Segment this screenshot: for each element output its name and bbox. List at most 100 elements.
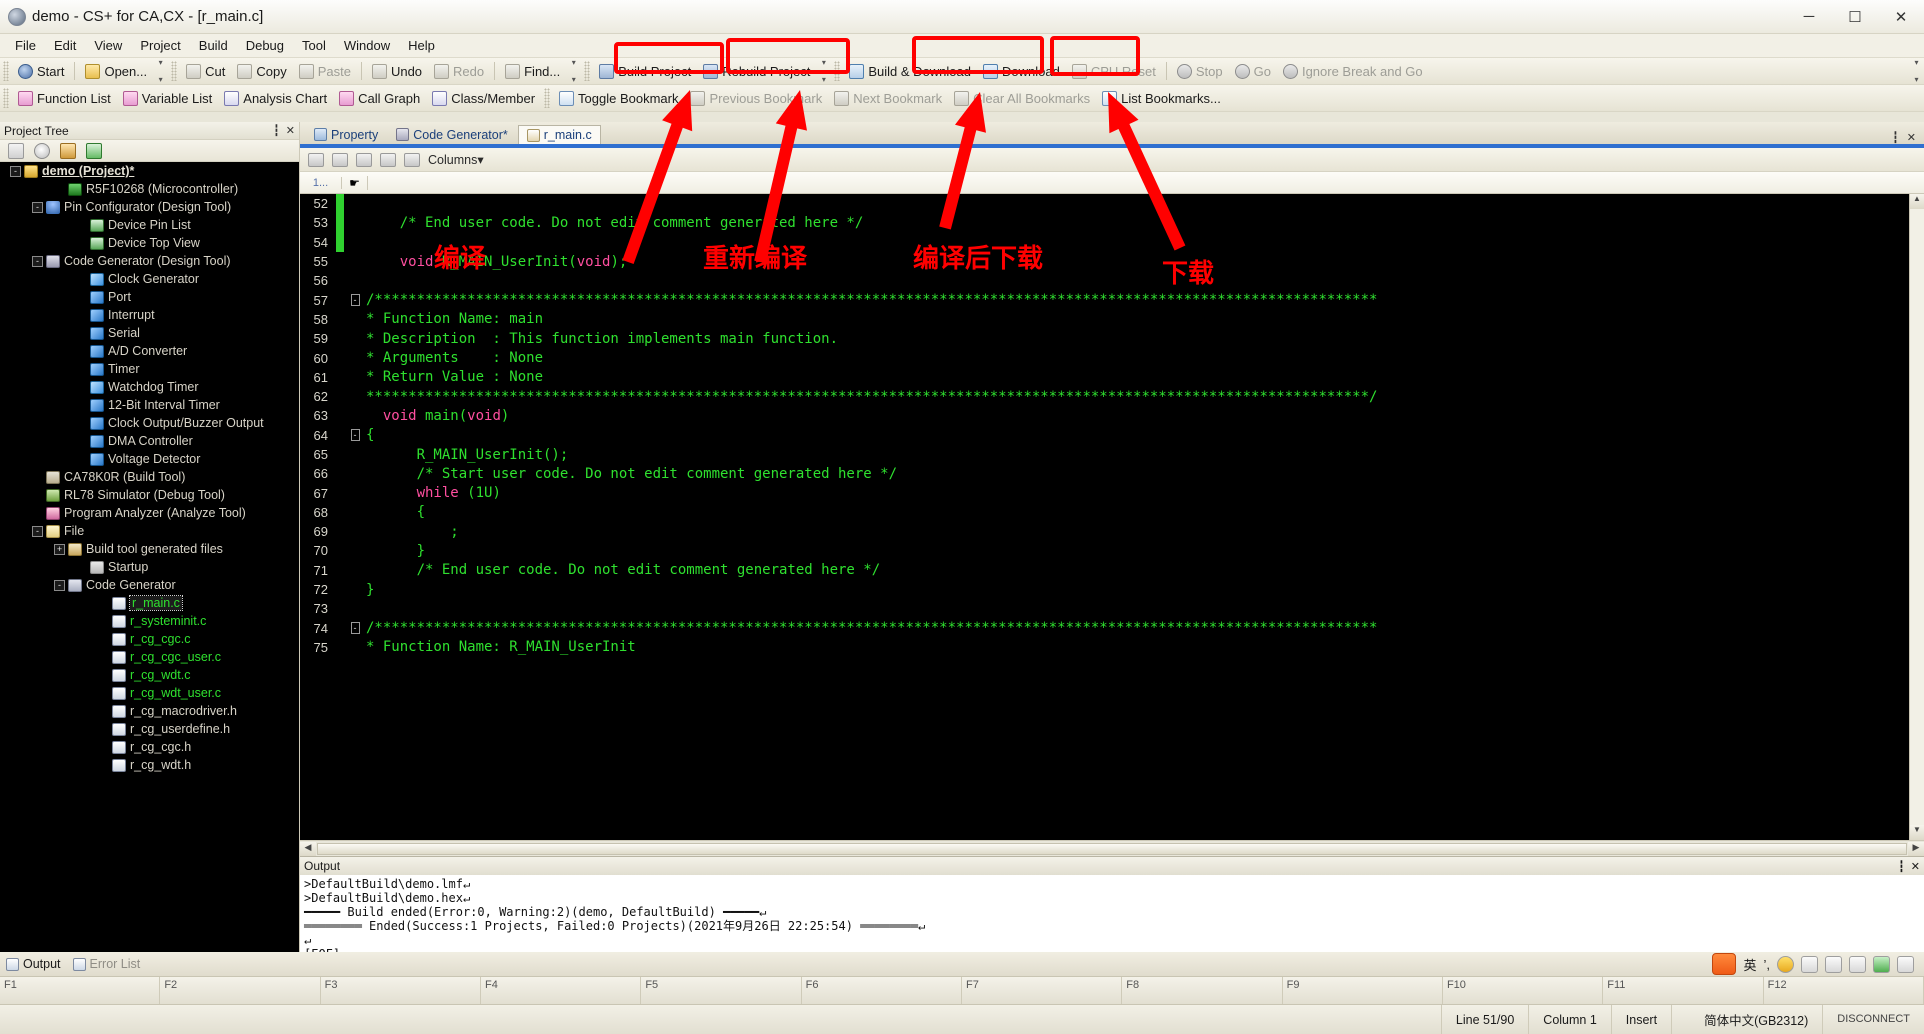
menu-icon[interactable] — [1897, 955, 1914, 973]
sogou-icon[interactable] — [1712, 953, 1737, 975]
tree-node[interactable]: Watchdog Timer — [0, 378, 299, 396]
toolbar2-grip-2[interactable] — [544, 88, 551, 108]
tree-node[interactable]: RL78 Simulator (Debug Tool) — [0, 486, 299, 504]
code-line[interactable]: 73 — [300, 599, 1909, 618]
code-line[interactable]: 58 * Function Name: main — [300, 310, 1909, 329]
list-bookmarks-button[interactable]: List Bookmarks... — [1096, 87, 1227, 109]
tree-node[interactable]: Voltage Detector — [0, 450, 299, 468]
emoji-icon[interactable] — [1777, 955, 1794, 973]
menu-view[interactable]: View — [85, 36, 131, 55]
dock-tab-output[interactable]: Output — [6, 957, 61, 971]
code-line[interactable]: 69 ; — [300, 522, 1909, 541]
output-text[interactable]: >DefaultBuild\demo.lmf↵ >DefaultBuild\de… — [300, 875, 1924, 954]
menu-project[interactable]: Project — [131, 36, 189, 55]
code-line[interactable]: 57-/************************************… — [300, 290, 1909, 309]
start-button[interactable]: Start — [12, 60, 70, 82]
fold-toggle[interactable]: - — [344, 294, 366, 307]
tab-code-generator[interactable]: Code Generator* — [388, 125, 516, 144]
fkey-f10[interactable]: F10 — [1443, 977, 1604, 1004]
tree-node[interactable]: r_cg_cgc.c — [0, 630, 299, 648]
toolbar-overflow-3[interactable]: ▾ ▾ — [818, 59, 829, 84]
fkey-f1[interactable]: F1 — [0, 977, 161, 1004]
download-button[interactable]: Download — [977, 60, 1066, 82]
code-horizontal-scrollbar[interactable]: ◀ ▶ — [300, 840, 1924, 856]
tree-node[interactable]: r_cg_wdt.h — [0, 756, 299, 774]
expander-toggle[interactable]: - — [32, 201, 43, 213]
expander-toggle[interactable]: - — [32, 525, 43, 537]
code-line[interactable]: 65 R_MAIN_UserInit(); — [300, 445, 1909, 464]
fkey-f2[interactable]: F2 — [160, 977, 321, 1004]
tree-node[interactable]: - Pin Configurator (Design Tool) — [0, 198, 299, 216]
menu-build[interactable]: Build — [190, 36, 237, 55]
menu-tool[interactable]: Tool — [293, 36, 335, 55]
split-view-icon[interactable] — [308, 152, 324, 167]
code-line[interactable]: 64-{ — [300, 426, 1909, 445]
fkey-f3[interactable]: F3 — [321, 977, 481, 1004]
code-line[interactable]: 54 — [300, 232, 1909, 252]
build-project-button[interactable]: Build Project — [593, 60, 697, 82]
scroll-down-icon[interactable]: ▼ — [1910, 825, 1924, 840]
fkey-f8[interactable]: F8 — [1122, 977, 1283, 1004]
fkey-f12[interactable]: F12 — [1764, 977, 1924, 1004]
tree-node[interactable]: Device Pin List — [0, 216, 299, 234]
tree-node[interactable]: 12-Bit Interval Timer — [0, 396, 299, 414]
code-lines[interactable]: 52 53 /* End user code. Do not edit comme… — [300, 194, 1909, 840]
tree-node[interactable]: Interrupt — [0, 306, 299, 324]
code-line[interactable]: 62 **************************************… — [300, 387, 1909, 406]
code-line[interactable]: 53 /* End user code. Do not edit comment… — [300, 213, 1909, 233]
tree-node[interactable]: r_cg_cgc.h — [0, 738, 299, 756]
toolbar2-grip[interactable] — [3, 88, 9, 108]
tab-r-main-c[interactable]: r_main.c — [517, 125, 601, 144]
redo-arrow-icon[interactable] — [404, 152, 420, 167]
code-line[interactable]: 68 { — [300, 503, 1909, 522]
expander-toggle[interactable]: - — [32, 255, 43, 267]
tree-node[interactable]: Program Analyzer (Analyze Tool) — [0, 504, 299, 522]
expander-toggle[interactable]: - — [10, 165, 21, 177]
code-line[interactable]: 66 /* Start user code. Do not edit comme… — [300, 464, 1909, 483]
tab-pin-icon[interactable]: ┇ — [1892, 131, 1899, 144]
tree-node[interactable]: r_cg_userdefine.h — [0, 720, 299, 738]
punctuation-icon[interactable]: ’, — [1764, 957, 1771, 972]
scroll-up-icon[interactable]: ▲ — [1910, 194, 1924, 209]
dock-tab-error-list[interactable]: Error List — [72, 957, 140, 971]
fkey-f11[interactable]: F11 — [1603, 977, 1764, 1004]
tab-close-icon[interactable]: ✕ — [1907, 131, 1916, 144]
fkey-f6[interactable]: F6 — [802, 977, 962, 1004]
project-tree-body[interactable]: - demo (Project)* R5F10268 (Microcontrolle… — [0, 162, 299, 961]
build-download-button[interactable]: Build & Download — [843, 60, 977, 82]
call-graph-button[interactable]: Call Graph — [333, 87, 426, 109]
code-line[interactable]: 70 } — [300, 541, 1909, 560]
toolbar-grip[interactable] — [3, 61, 9, 81]
tab-property[interactable]: Property — [306, 125, 386, 144]
split-view-2-icon[interactable] — [332, 152, 348, 167]
user-icon[interactable] — [60, 142, 76, 159]
code-editor[interactable]: 52 53 /* End user code. Do not edit comme… — [300, 194, 1924, 840]
tree-node[interactable]: r_cg_cgc_user.c — [0, 648, 299, 666]
code-line[interactable]: 67 while (1U) — [300, 483, 1909, 502]
tree-node[interactable]: R5F10268 (Microcontroller) — [0, 180, 299, 198]
tree-node[interactable]: + Build tool generated files — [0, 540, 299, 558]
menu-debug[interactable]: Debug — [237, 36, 293, 55]
voice-icon[interactable] — [1801, 955, 1818, 973]
chinese-mode-icon[interactable]: 英 — [1743, 955, 1756, 974]
refresh-icon[interactable] — [86, 142, 102, 159]
menu-file[interactable]: File — [6, 36, 45, 55]
columns-dropdown[interactable]: Columns ▾ — [428, 152, 484, 168]
tree-node[interactable]: Startup — [0, 558, 299, 576]
rebuild-project-button[interactable]: Rebuild Project — [697, 60, 816, 82]
code-scroll-thumb[interactable] — [317, 842, 1907, 855]
variable-list-button[interactable]: Variable List — [117, 87, 219, 109]
tree-node[interactable]: - demo (Project)* — [0, 162, 299, 180]
tree-node[interactable]: - Code Generator (Design Tool) — [0, 252, 299, 270]
tree-node[interactable]: r_systeminit.c — [0, 612, 299, 630]
toolbar-overflow-1[interactable]: ▾ ▾ — [155, 59, 166, 84]
scroll-track[interactable] — [1910, 209, 1924, 825]
toolbar-grip-3[interactable] — [584, 61, 591, 81]
tree-node[interactable]: A/D Converter — [0, 342, 299, 360]
menu-help[interactable]: Help — [399, 36, 444, 55]
code-line[interactable]: 60 * Arguments : None — [300, 348, 1909, 367]
open-button[interactable]: Open... — [79, 60, 153, 82]
tree-node[interactable]: DMA Controller — [0, 432, 299, 450]
code-scroll-right-icon[interactable]: ▶ — [1908, 841, 1924, 856]
tree-node[interactable]: r_cg_macrodriver.h — [0, 702, 299, 720]
